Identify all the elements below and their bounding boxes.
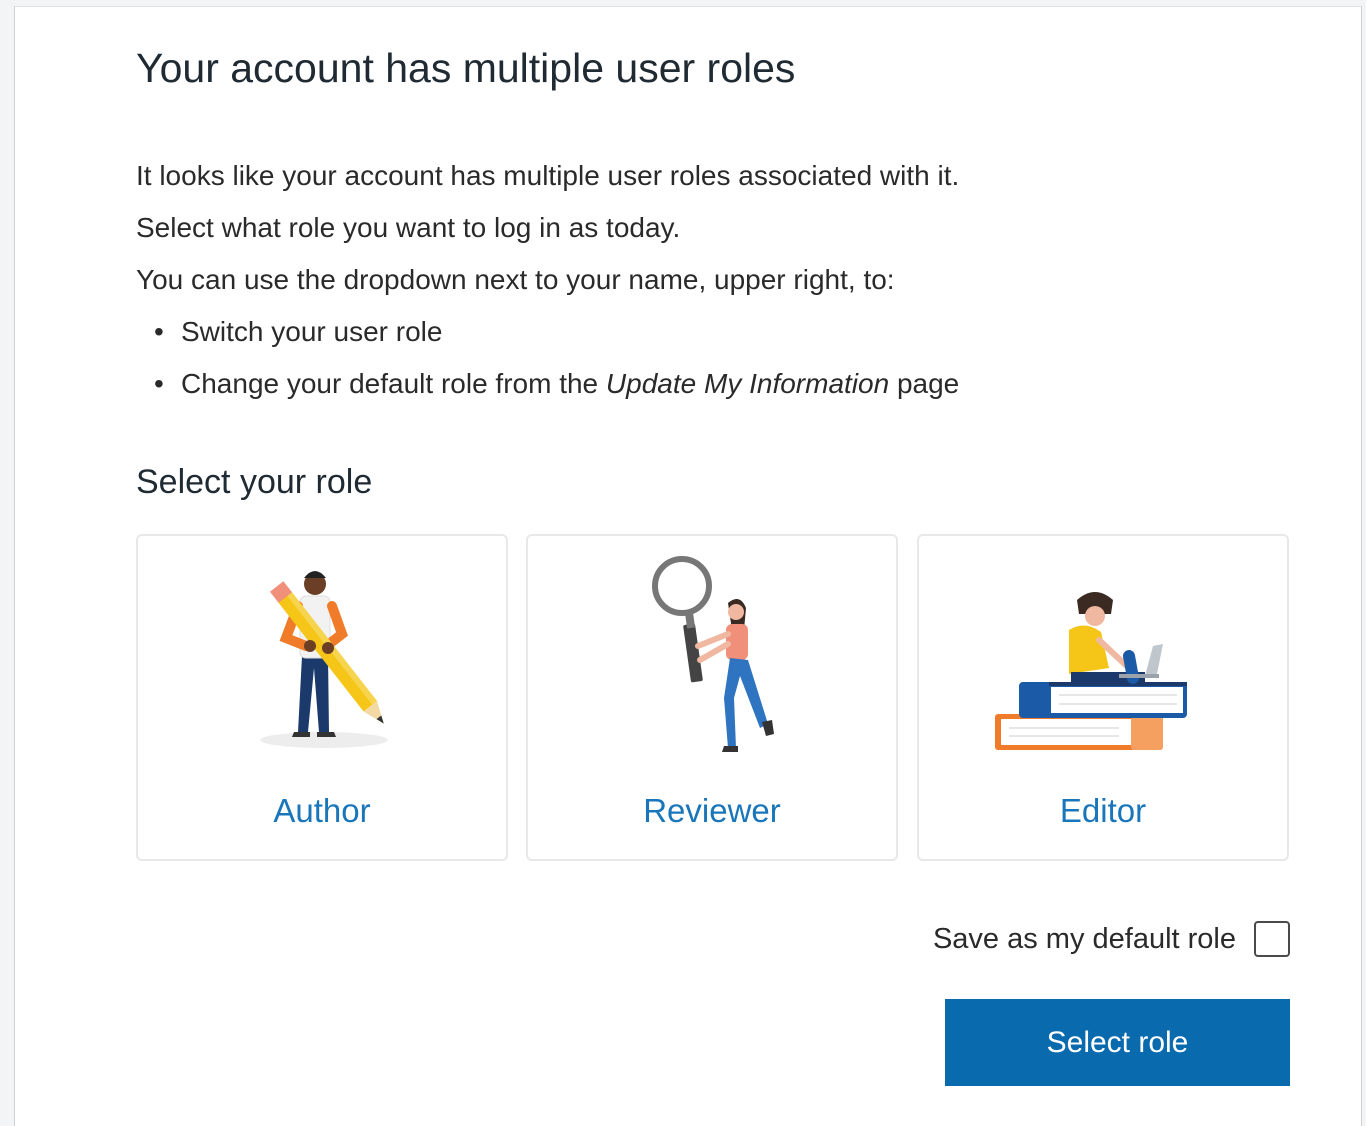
role-label-reviewer: Reviewer xyxy=(643,792,781,829)
list-item: • Switch your user role xyxy=(136,306,959,358)
bullet-icon: • xyxy=(154,316,164,347)
intro-line: It looks like your account has multiple … xyxy=(136,160,960,191)
default-role-checkbox[interactable] xyxy=(1254,921,1290,957)
dialog-description: It looks like your account has multiple … xyxy=(136,150,959,410)
update-info-page-name: Update My Information xyxy=(605,368,890,399)
author-pencil-illustration-icon xyxy=(260,571,388,748)
intro-line: You can use the dropdown next to your na… xyxy=(136,264,895,295)
role-options: Author Reviewer Editor xyxy=(136,534,1290,861)
role-card-editor[interactable]: Editor xyxy=(917,534,1289,861)
list-item-text: Change your default role from the xyxy=(181,368,606,399)
default-role-row: Save as my default role xyxy=(933,919,1290,959)
role-label-author: Author xyxy=(273,792,371,829)
role-card-reviewer[interactable]: Reviewer xyxy=(526,534,898,861)
list-item-text: Switch your user role xyxy=(181,316,443,347)
dialog-title: Your account has multiple user roles xyxy=(136,45,796,91)
role-card-author[interactable]: Author xyxy=(136,534,508,861)
bullet-icon: • xyxy=(154,368,164,399)
instructions-list: • Switch your user role • Change your de… xyxy=(136,306,959,410)
list-item-text-end: page xyxy=(889,368,960,399)
reviewer-magnifier-illustration-icon xyxy=(652,556,774,752)
role-selection-dialog: Your account has multiple user roles It … xyxy=(14,6,1362,1126)
select-role-button[interactable]: Select role xyxy=(945,999,1290,1086)
default-role-label: Save as my default role xyxy=(932,922,1236,955)
list-item: • Change your default role from the Upda… xyxy=(136,358,959,410)
select-role-heading: Select your role xyxy=(136,463,373,501)
role-label-editor: Editor xyxy=(1059,792,1147,829)
editor-books-laptop-illustration-icon xyxy=(995,592,1187,750)
intro-line: Select what role you want to log in as t… xyxy=(136,212,681,243)
